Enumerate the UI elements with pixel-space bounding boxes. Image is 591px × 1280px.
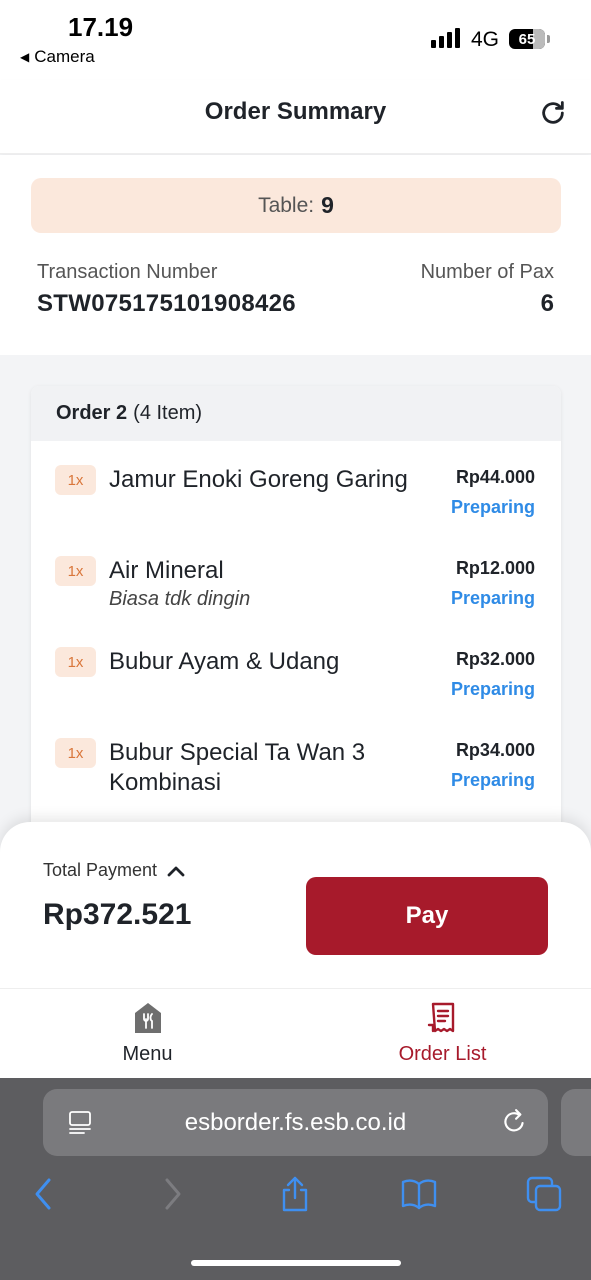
total-payment-value: Rp372.521: [43, 898, 192, 931]
transaction-label: Transaction Number: [37, 261, 218, 283]
item-status: Preparing: [450, 588, 535, 608]
next-tab-preview[interactable]: [561, 1089, 591, 1156]
quantity-badge: 1x: [55, 738, 96, 768]
item-price: Rp34.000: [455, 740, 535, 760]
tabs-icon[interactable]: [526, 1176, 562, 1212]
item-status: Preparing: [450, 770, 535, 790]
order-card: Order 2 (4 Item) 1x Jamur Enoki Goreng G…: [31, 386, 561, 856]
bottom-nav: Menu Order List: [0, 988, 591, 1078]
page-title: Order Summary: [204, 98, 387, 125]
item-name: Bubur Special Ta Wan 3 Kombinasi: [109, 739, 366, 796]
item-name: Bubur Ayam & Udang: [109, 648, 340, 675]
browser-chrome: esborder.fs.esb.co.id: [0, 1078, 591, 1280]
item-status: Preparing: [450, 679, 535, 699]
table-label: Table:: [258, 193, 315, 217]
item-status: Preparing: [450, 497, 535, 517]
order-info-section: Table: 9 Transaction Number STW075175101…: [0, 155, 591, 355]
receipt-icon: [427, 1002, 455, 1033]
reload-icon[interactable]: [502, 1108, 528, 1136]
forward-icon[interactable]: [154, 1176, 190, 1212]
battery-icon: 65: [509, 29, 545, 49]
total-payment-toggle[interactable]: Total Payment: [43, 860, 185, 881]
table-number: 9: [321, 192, 334, 218]
nav-order-list-label: Order List: [398, 1043, 487, 1065]
nav-menu-label: Menu: [122, 1043, 173, 1065]
item-name: Air Mineral: [109, 557, 224, 584]
quantity-badge: 1x: [55, 556, 96, 586]
item-name: Jamur Enoki Goreng Garing: [109, 466, 408, 493]
order-header: Order 2 (4 Item): [31, 386, 561, 441]
app-header: Order Summary: [0, 80, 591, 154]
pax-value: 6: [540, 290, 554, 317]
nav-item-order-list[interactable]: Order List: [295, 989, 590, 1079]
chevron-up-icon: [167, 866, 185, 876]
order-title: Order 2: [56, 402, 128, 424]
restaurant-icon: [135, 1003, 161, 1033]
quantity-badge: 1x: [55, 465, 96, 495]
table-badge: Table: 9: [31, 178, 561, 233]
back-icon[interactable]: [26, 1176, 62, 1212]
quantity-badge: 1x: [55, 647, 96, 677]
item-price: Rp44.000: [455, 467, 535, 487]
bookmarks-icon[interactable]: [401, 1176, 437, 1212]
status-bar: 17.19 ◀ Camera 4G 65: [0, 0, 591, 80]
item-note: Biasa tdk dingin: [109, 588, 251, 610]
back-label: Camera: [34, 47, 95, 66]
refresh-icon[interactable]: [539, 99, 567, 127]
battery-level: 65: [518, 30, 536, 48]
battery-nub: [547, 35, 550, 43]
back-triangle-icon: ◀: [20, 50, 30, 64]
order-item-count: (4 Item): [133, 402, 203, 424]
item-price: Rp32.000: [455, 649, 535, 669]
share-icon[interactable]: [277, 1176, 313, 1212]
network-type: 4G: [471, 28, 500, 51]
pay-button[interactable]: Pay: [306, 877, 548, 955]
payment-sheet: Total Payment Rp372.521 Pay: [0, 822, 591, 988]
address-bar[interactable]: esborder.fs.esb.co.id: [43, 1089, 548, 1156]
transaction-number: STW07517510190842​6: [37, 290, 296, 317]
home-indicator[interactable]: [191, 1260, 401, 1266]
back-to-camera-link[interactable]: ◀ Camera: [20, 47, 95, 67]
signal-icon: [431, 28, 460, 48]
total-payment-label: Total Payment: [43, 860, 158, 880]
pax-label: Number of Pax: [420, 261, 554, 283]
url-text: esborder.fs.esb.co.id: [184, 1109, 407, 1136]
item-price: Rp12.000: [455, 558, 535, 578]
clock: 17.19: [68, 12, 134, 42]
nav-item-menu[interactable]: Menu: [0, 989, 295, 1079]
